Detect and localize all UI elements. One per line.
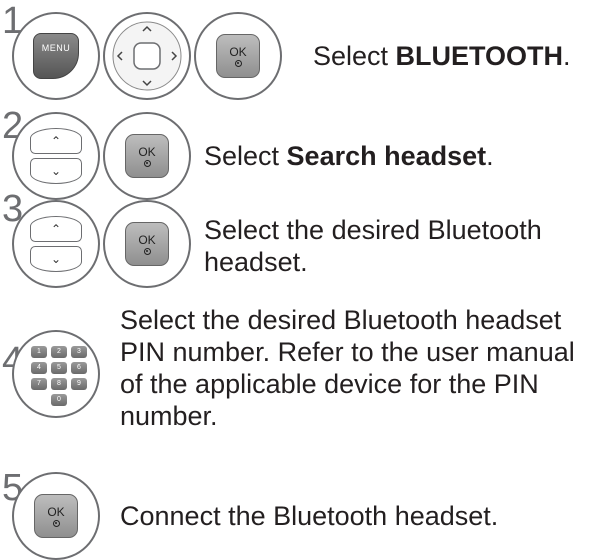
keypad-key-5[interactable]: 5 [51, 362, 67, 374]
ok-label: OK [138, 144, 156, 159]
keypad-key-7[interactable]: 7 [31, 378, 47, 390]
up-button[interactable]: ⌃ [30, 216, 82, 243]
step-1-text-prefix: Select [313, 41, 396, 71]
step-4-line-1: Select the desired Bluetooth headset [120, 305, 562, 335]
ok-dot-icon [234, 59, 242, 67]
keypad-key-6[interactable]: 6 [71, 362, 87, 374]
up-button[interactable]: ⌃ [30, 128, 82, 155]
ok-button-icon[interactable]: OK [125, 134, 169, 178]
step-4-line-2: PIN number. Refer to the user manual [120, 337, 575, 367]
up-down-button-icon[interactable]: ⌃ ⌄ [30, 216, 82, 272]
ok-button-icon[interactable]: OK [125, 222, 169, 266]
step-1-bold: BLUETOOTH [395, 41, 564, 71]
ok-button-icon[interactable]: OK [34, 494, 78, 538]
step-3-text: Select the desired Bluetooth headset. [204, 214, 542, 278]
ok-label: OK [138, 232, 156, 247]
chevron-down-icon: ⌄ [50, 163, 62, 178]
keypad-key-4[interactable]: 4 [31, 362, 47, 374]
ok-dot-icon [143, 159, 151, 167]
dpad-icon[interactable] [103, 12, 191, 100]
ok-button-icon[interactable]: OK [216, 34, 260, 78]
menu-button-label: MENU [41, 43, 71, 53]
step-2-bold: Search headset [286, 141, 487, 171]
step-2-text-prefix: Select [204, 141, 287, 171]
chevron-up-icon: ⌃ [50, 134, 62, 149]
chevron-up-icon: ⌃ [50, 222, 62, 237]
keypad-key-0[interactable]: 0 [51, 394, 67, 406]
down-button[interactable]: ⌄ [30, 157, 82, 184]
number-keypad-icon[interactable]: 1 2 3 4 5 6 7 8 9 0 [31, 343, 87, 409]
step-3-line-1: Select the desired Bluetooth [204, 215, 542, 245]
step-2-text: Select Search headset. [204, 140, 494, 172]
step-5-text: Connect the Bluetooth headset. [120, 501, 499, 531]
step-4-line-3: of the applicable device for the PIN [120, 369, 539, 399]
keypad-key-8[interactable]: 8 [51, 378, 67, 390]
step-3-line-2: headset. [204, 247, 308, 277]
step-4-line-4: number. [120, 401, 218, 431]
ok-label: OK [47, 504, 65, 519]
keypad-key-9[interactable]: 9 [71, 378, 87, 390]
ok-dot-icon [52, 519, 60, 527]
up-down-button-icon[interactable]: ⌃ ⌄ [30, 128, 82, 184]
step-2-text-suffix: . [486, 141, 494, 171]
down-button[interactable]: ⌄ [30, 245, 82, 272]
keypad-key-2[interactable]: 2 [51, 346, 67, 358]
ok-dot-icon [143, 247, 151, 255]
chevron-down-icon: ⌄ [50, 251, 62, 266]
keypad-key-1[interactable]: 1 [31, 346, 47, 358]
step-1-text: Select BLUETOOTH. [313, 40, 571, 72]
step-1-text-suffix: . [563, 41, 571, 71]
keypad-key-3[interactable]: 3 [71, 346, 87, 358]
ok-label: OK [229, 44, 247, 59]
step-4-text: Select the desired Bluetooth headset PIN… [120, 304, 575, 432]
